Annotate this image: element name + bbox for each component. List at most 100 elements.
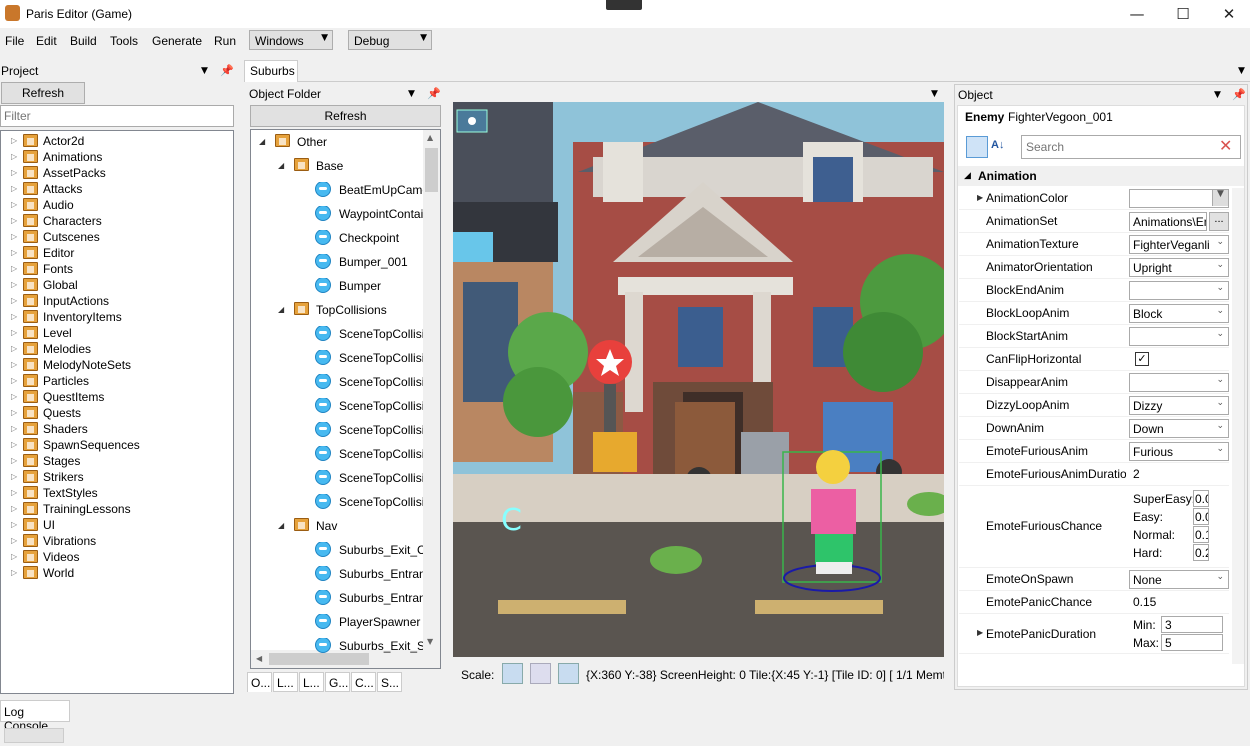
project-tree-item[interactable]: ▷ Melodies xyxy=(1,341,231,357)
property-value-dropdown[interactable]: ⌄ xyxy=(1129,327,1229,346)
zoom-out-icon[interactable] xyxy=(502,663,523,684)
expand-icon[interactable]: ▶ xyxy=(977,193,983,202)
sort-alpha-icon[interactable]: A↓ xyxy=(991,136,1013,158)
expand-icon[interactable]: ▷ xyxy=(11,568,17,577)
pin-icon[interactable]: 📌 xyxy=(1232,88,1246,101)
project-filter-input[interactable] xyxy=(0,105,234,127)
expand-icon[interactable]: ▷ xyxy=(11,168,17,177)
expand-icon[interactable]: ▷ xyxy=(11,184,17,193)
project-tree-item[interactable]: ▷ AssetPacks xyxy=(1,165,231,181)
menu-edit[interactable]: Edit xyxy=(36,34,57,48)
scroll-up-icon[interactable]: ▲ xyxy=(427,133,433,142)
property-row[interactable]: AnimationSet Animations\Enemies... xyxy=(959,210,1229,233)
expand-icon[interactable]: ▷ xyxy=(11,152,17,161)
menu-tools[interactable]: Tools xyxy=(110,34,138,48)
difficulty-value-input[interactable]: 0.2 xyxy=(1193,544,1209,561)
dropdown-icon[interactable]: ▼ xyxy=(408,89,415,99)
property-value-dropdown[interactable]: Down ⌄ xyxy=(1129,419,1229,438)
menu-run[interactable]: Run xyxy=(214,34,236,48)
object-tree-item[interactable]: Bumper_001 xyxy=(251,254,423,270)
project-tree-item[interactable]: ▷ Quests xyxy=(1,405,231,421)
folder-tree-item[interactable]: ◢ Nav xyxy=(251,518,423,534)
windows-dropdown[interactable]: Windows ▼ xyxy=(249,30,333,50)
scrollbar-thumb[interactable] xyxy=(425,148,438,192)
collapse-icon[interactable]: ◢ xyxy=(259,137,265,146)
maximize-icon[interactable]: ☐ xyxy=(1160,0,1206,28)
project-tree-item[interactable]: ▷ UI xyxy=(1,517,231,533)
object-tree-item[interactable]: Suburbs_Entrance xyxy=(251,566,423,582)
property-value-dropdown[interactable]: Upright ⌄ xyxy=(1129,258,1229,277)
folder-tree-item[interactable]: ◢ TopCollisions xyxy=(251,302,423,318)
property-search-input[interactable] xyxy=(1021,135,1241,159)
collapse-icon[interactable]: ◢ xyxy=(278,161,284,170)
expand-icon[interactable]: ▷ xyxy=(11,200,17,209)
object-folder-refresh-button[interactable]: Refresh xyxy=(250,105,441,127)
property-value-dropdown[interactable]: ⌄ xyxy=(1129,281,1229,300)
property-row[interactable]: EmoteFuriousAnim Furious ⌄ xyxy=(959,440,1229,463)
object-tree-item[interactable]: Bumper xyxy=(251,278,423,294)
expand-icon[interactable]: ▷ xyxy=(11,456,17,465)
expand-icon[interactable]: ▷ xyxy=(11,232,17,241)
project-tree-item[interactable]: ▷ MelodyNoteSets xyxy=(1,357,231,373)
category-animation-header[interactable]: ◢ Animation xyxy=(958,166,1244,186)
expand-icon[interactable]: ▷ xyxy=(11,360,17,369)
project-tree-item[interactable]: ▷ Stages xyxy=(1,453,231,469)
object-tree-item[interactable]: SceneTopCollision xyxy=(251,374,423,390)
project-tree-item[interactable]: ▷ InputActions xyxy=(1,293,231,309)
property-row[interactable]: EmotePanicChance 0.15 xyxy=(959,591,1229,614)
project-tree-item[interactable]: ▷ Strikers xyxy=(1,469,231,485)
property-value-field[interactable]: Animations\Enemies xyxy=(1129,212,1207,231)
project-tree-item[interactable]: ▷ TrainingLessons xyxy=(1,501,231,517)
project-tree-item[interactable]: ▷ Particles xyxy=(1,373,231,389)
object-tree-item[interactable]: Suburbs_Entrance xyxy=(251,590,423,606)
property-value-dropdown[interactable]: ⌄ xyxy=(1129,373,1229,392)
property-value-dropdown[interactable]: FighterVeganli ⌄ xyxy=(1129,235,1229,254)
folder-tree-item[interactable]: ◢ Base xyxy=(251,158,423,174)
project-refresh-button[interactable]: Refresh xyxy=(1,82,85,104)
expand-icon[interactable]: ▷ xyxy=(11,552,17,561)
expand-icon[interactable]: ▷ xyxy=(11,376,17,385)
object-tree-item[interactable]: SceneTopCollision xyxy=(251,470,423,486)
project-tree-item[interactable]: ▷ SpawnSequences xyxy=(1,437,231,453)
expand-icon[interactable]: ▷ xyxy=(11,344,17,353)
object-tree-item[interactable]: SceneTopCollision xyxy=(251,350,423,366)
tab-object-folder-view[interactable]: C... xyxy=(351,672,376,692)
property-row[interactable]: AnimatorOrientation Upright ⌄ xyxy=(959,256,1229,279)
object-tree-item[interactable]: SceneTopCollision xyxy=(251,446,423,462)
property-value-dropdown[interactable]: Block ⌄ xyxy=(1129,304,1229,323)
max-input[interactable]: 5 xyxy=(1161,634,1223,651)
drag-handle[interactable] xyxy=(606,0,642,10)
tab-object-folder-view[interactable]: G... xyxy=(325,672,350,692)
tab-object-folder-view[interactable]: O... xyxy=(247,672,272,692)
menu-generate[interactable]: Generate xyxy=(152,34,202,48)
project-tree-item[interactable]: ▷ World xyxy=(1,565,231,581)
property-row[interactable]: CanFlipHorizontal ✓ xyxy=(959,348,1229,371)
browse-button[interactable]: ... xyxy=(1209,212,1229,231)
property-row[interactable]: EmoteFuriousAnimDuration 2 xyxy=(959,463,1229,486)
vertical-scrollbar[interactable]: ▲ ▼ xyxy=(423,130,440,650)
expand-icon[interactable]: ▷ xyxy=(11,280,17,289)
object-tree-item[interactable]: PlayerSpawner xyxy=(251,614,423,630)
clear-search-icon[interactable]: ✕ xyxy=(1219,136,1232,155)
tab-object-folder-view[interactable]: L... xyxy=(273,672,298,692)
property-row[interactable]: AnimationTexture FighterVeganli ⌄ xyxy=(959,233,1229,256)
property-row[interactable]: ▶ AnimationColor ▼ xyxy=(959,187,1229,210)
project-tree-item[interactable]: ▷ Animations xyxy=(1,149,231,165)
property-row[interactable]: BlockEndAnim ⌄ xyxy=(959,279,1229,302)
project-tree-item[interactable]: ▷ Shaders xyxy=(1,421,231,437)
dropdown-icon[interactable]: ▼ xyxy=(931,89,938,99)
scroll-down-icon[interactable]: ▼ xyxy=(427,637,433,646)
expand-icon[interactable]: ▷ xyxy=(11,440,17,449)
scene-canvas[interactable]: C xyxy=(453,102,944,657)
object-tree-item[interactable]: Suburbs_Exit_Street xyxy=(251,638,423,654)
collapse-icon[interactable]: ◢ xyxy=(964,171,971,181)
property-row[interactable]: ▶ EmotePanicDuration Min: 3 Max: 5 xyxy=(959,614,1229,654)
expand-icon[interactable]: ▶ xyxy=(977,628,983,637)
expand-icon[interactable]: ▷ xyxy=(11,296,17,305)
scroll-left-icon[interactable]: ◀ xyxy=(256,654,262,663)
object-tree-item[interactable]: SceneTopCollision xyxy=(251,398,423,414)
close-icon[interactable]: ✕ xyxy=(1206,0,1250,28)
difficulty-value-input[interactable]: 0.1 xyxy=(1193,526,1209,543)
folder-tree-item[interactable]: ◢ Other xyxy=(251,134,423,150)
object-tree-item[interactable]: Suburbs_Exit_Castle xyxy=(251,542,423,558)
